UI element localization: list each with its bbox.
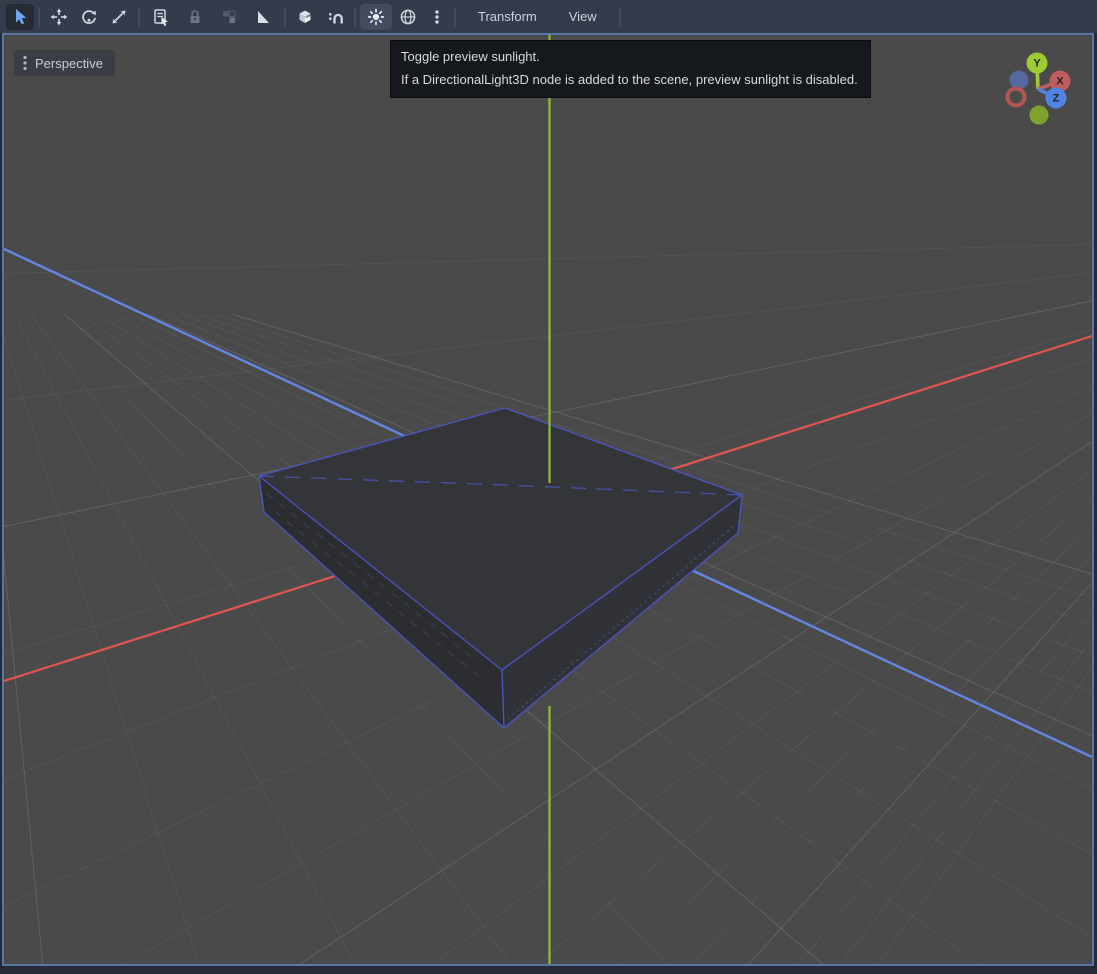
- cube-icon: [296, 8, 314, 26]
- local-space-toggle-button[interactable]: [290, 4, 320, 30]
- gizmo-y-label: Y: [1033, 58, 1041, 70]
- list-select-tool-button[interactable]: [144, 4, 178, 30]
- move-tool-button[interactable]: [44, 4, 74, 30]
- magnet-icon: [326, 8, 344, 26]
- rotate-tool-button[interactable]: [74, 4, 104, 30]
- preview-environment-toggle-button[interactable]: [392, 4, 424, 30]
- gizmo-y-ball[interactable]: Y: [1027, 53, 1048, 74]
- select-tool-button[interactable]: [6, 4, 34, 30]
- toolbar-separator: [38, 7, 40, 27]
- toolbar-separator: [354, 7, 356, 27]
- kebab-menu-icon: [428, 8, 446, 26]
- ruler-icon: [254, 8, 272, 26]
- viewport-toolbar: Transform View: [0, 0, 1097, 33]
- sun-icon: [367, 8, 385, 26]
- scale-tool-button[interactable]: [104, 4, 134, 30]
- 3d-viewport[interactable]: Perspective Y X Z: [2, 33, 1094, 966]
- globe-icon: [399, 8, 417, 26]
- perspective-label: Perspective: [35, 56, 103, 71]
- gizmo-negative-y-ball[interactable]: [1030, 106, 1049, 125]
- preview-sunlight-toggle-button[interactable]: [360, 4, 392, 30]
- transform-menu[interactable]: Transform: [466, 4, 549, 30]
- transform-menu-label: Transform: [478, 9, 537, 24]
- view-menu[interactable]: View: [557, 4, 609, 30]
- view-options-button[interactable]: [424, 4, 450, 30]
- tooltip-line-1: Toggle preview sunlight.: [401, 45, 858, 68]
- 3d-scene-canvas[interactable]: [4, 35, 1092, 964]
- rotate-icon: [80, 8, 98, 26]
- list-select-icon: [152, 8, 170, 26]
- preview-sunlight-tooltip: Toggle preview sunlight. If a Directiona…: [390, 40, 871, 98]
- ruler-mode-button[interactable]: [246, 4, 280, 30]
- gizmo-negative-z-ball[interactable]: [1010, 71, 1029, 90]
- view-perspective-button[interactable]: Perspective: [14, 50, 115, 76]
- axis-gizmo[interactable]: Y X Z: [996, 45, 1080, 135]
- perspective-menu-dots-icon: [22, 55, 28, 71]
- lock-selected-node-button[interactable]: [178, 4, 212, 30]
- toolbar-separator: [619, 7, 621, 27]
- scale-icon: [110, 8, 128, 26]
- toolbar-separator: [454, 7, 456, 27]
- group-icon: [220, 8, 238, 26]
- toolbar-separator: [284, 7, 286, 27]
- gizmo-z-label: Z: [1053, 93, 1060, 105]
- toolbar-separator: [138, 7, 140, 27]
- lock-icon: [186, 8, 204, 26]
- gizmo-z-ball[interactable]: Z: [1046, 88, 1067, 109]
- select-arrow-icon: [11, 8, 29, 26]
- group-selected-nodes-button[interactable]: [212, 4, 246, 30]
- gizmo-x-label: X: [1056, 76, 1064, 88]
- view-menu-label: View: [569, 9, 597, 24]
- box-mesh[interactable]: [259, 408, 742, 728]
- godot-editor-window: Transform View: [0, 0, 1097, 974]
- gizmo-negative-x-ball[interactable]: [1008, 89, 1025, 106]
- move-icon: [50, 8, 68, 26]
- snap-toggle-button[interactable]: [320, 4, 350, 30]
- tooltip-line-2: If a DirectionalLight3D node is added to…: [401, 68, 858, 91]
